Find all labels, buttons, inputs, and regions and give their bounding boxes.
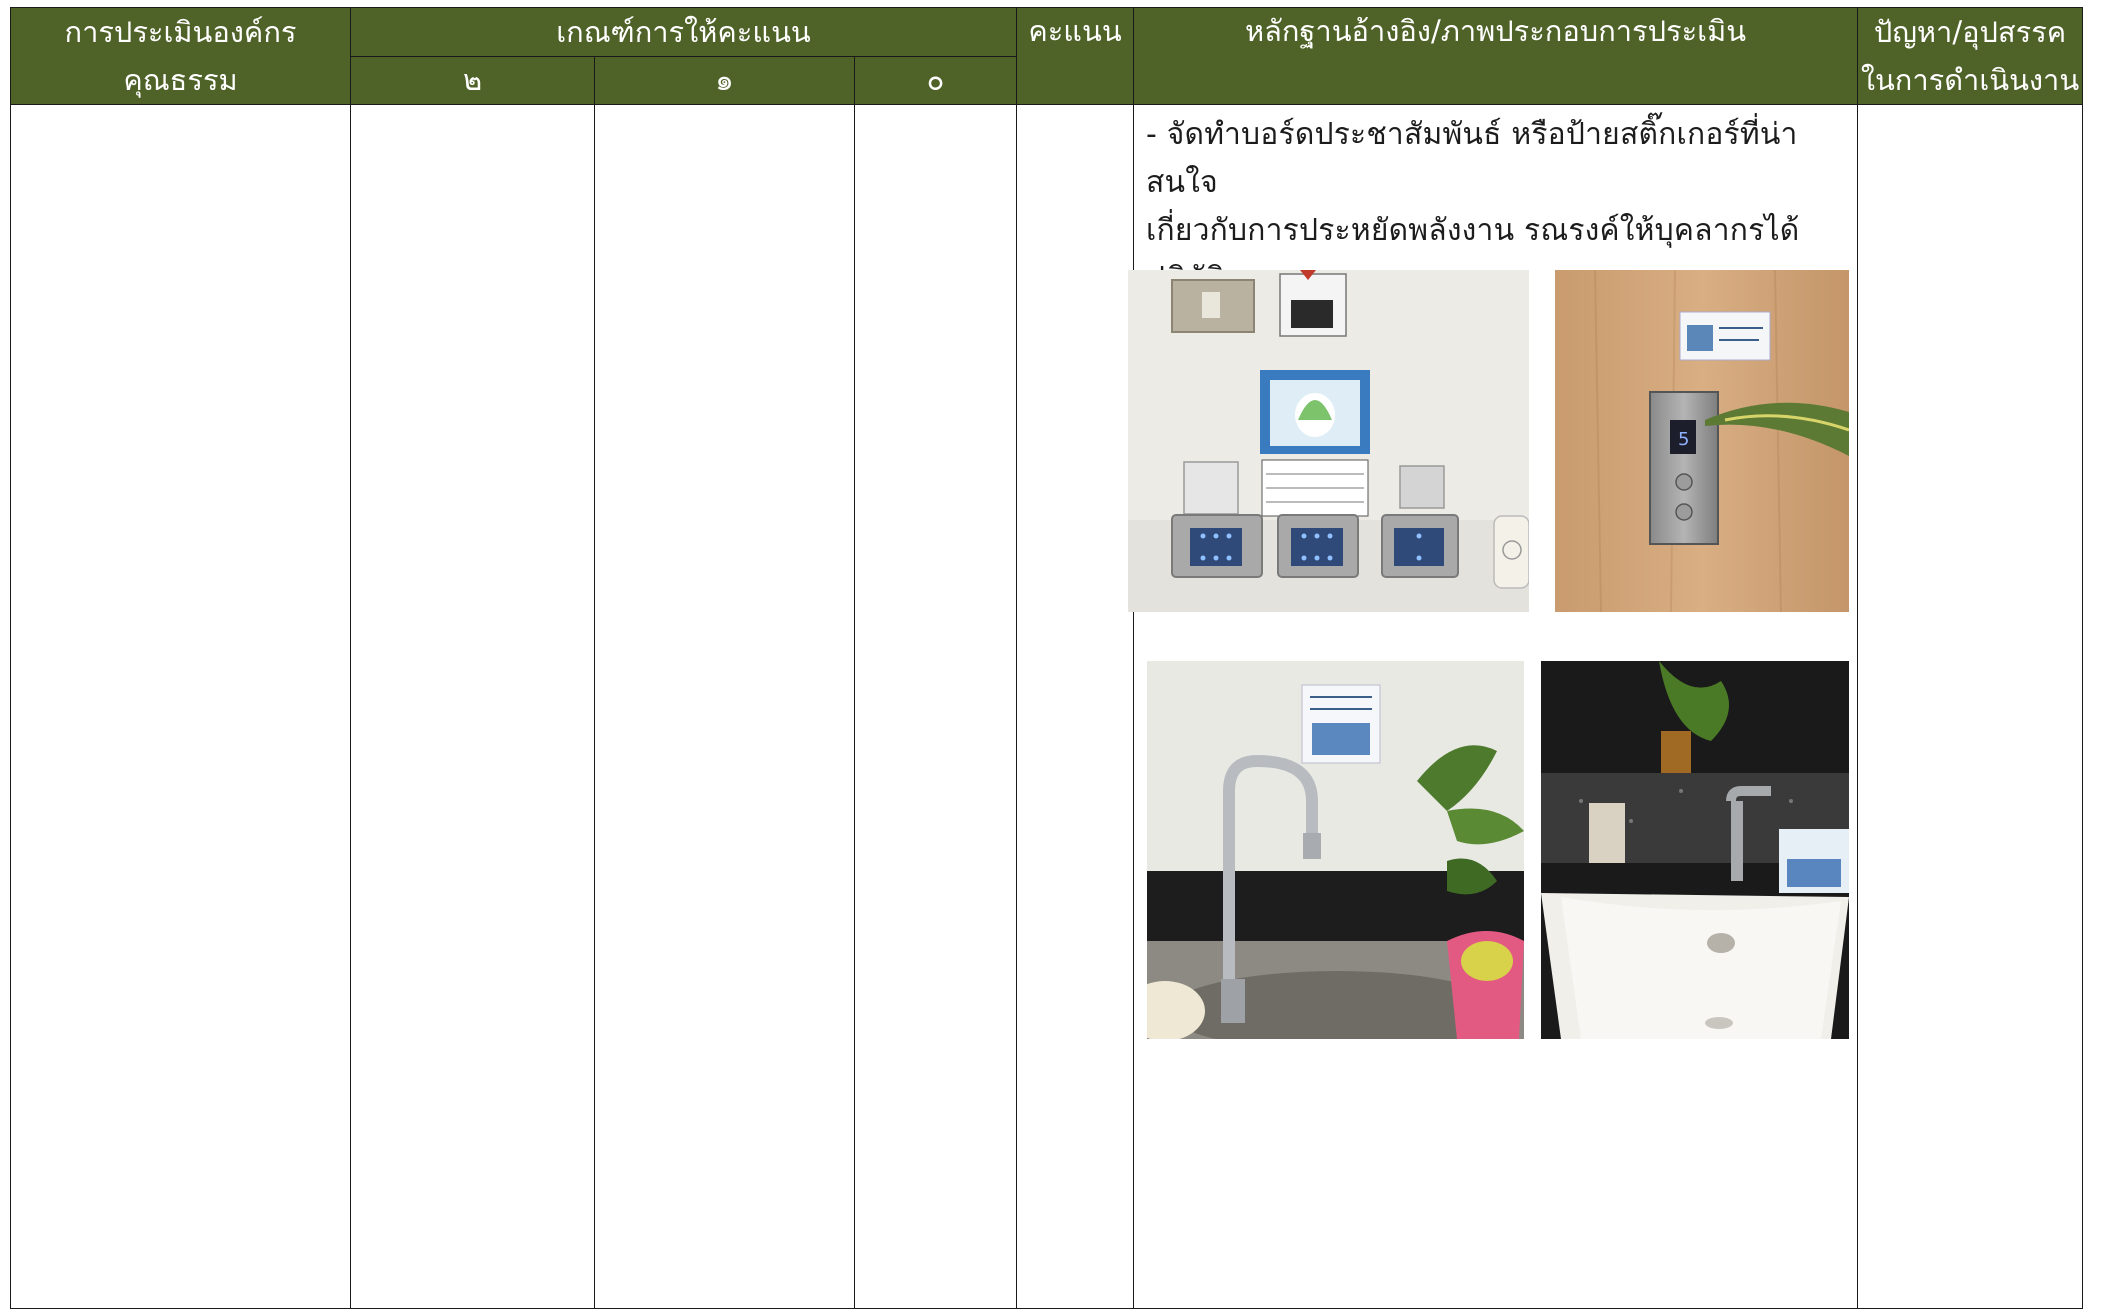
svg-text:5: 5 (1678, 429, 1689, 450)
header-organization-assessment: การประเมินองค์กร คุณธรรม (10, 7, 351, 105)
elevator-button-photo: 5 (1555, 270, 1849, 612)
header-organization-line2: คุณธรรม (123, 63, 238, 97)
evidence-text-line1: - จัดทำบอร์ดประชาสัมพันธ์ หรือป้ายสติ๊กเ… (1146, 117, 1798, 200)
cell-score (1016, 104, 1134, 1309)
light-switch-panel-photo (1128, 270, 1529, 612)
cell-problems (1857, 104, 2083, 1309)
header-scoring-criteria: เกณฑ์การให้คะแนน (350, 7, 1017, 57)
cell-criteria-0 (854, 104, 1017, 1309)
header-problems-line1: ปัญหา/อุปสรรค (1873, 15, 2067, 49)
kitchen-faucet-photo (1147, 661, 1524, 1039)
header-score: คะแนน (1016, 7, 1134, 105)
header-organization-line1: การประเมินองค์กร (64, 15, 297, 49)
header-evidence: หลักฐานอ้างอิง/ภาพประกอบการประเมิน (1133, 7, 1858, 105)
washbasin-faucet-photo (1541, 661, 1849, 1039)
header-problems: ปัญหา/อุปสรรค ในการดำเนินงาน (1857, 7, 2083, 105)
header-criteria-2: ๒ (350, 55, 595, 105)
cell-criteria-1 (594, 104, 855, 1309)
cell-organization (10, 104, 351, 1309)
header-problems-line2: ในการดำเนินงาน (1860, 63, 2080, 97)
header-criteria-0: ๐ (854, 55, 1017, 105)
header-criteria-1: ๑ (594, 55, 855, 105)
cell-criteria-2 (350, 104, 595, 1309)
assessment-table: การประเมินองค์กร คุณธรรม เกณฑ์การให้คะแน… (10, 7, 2083, 1309)
